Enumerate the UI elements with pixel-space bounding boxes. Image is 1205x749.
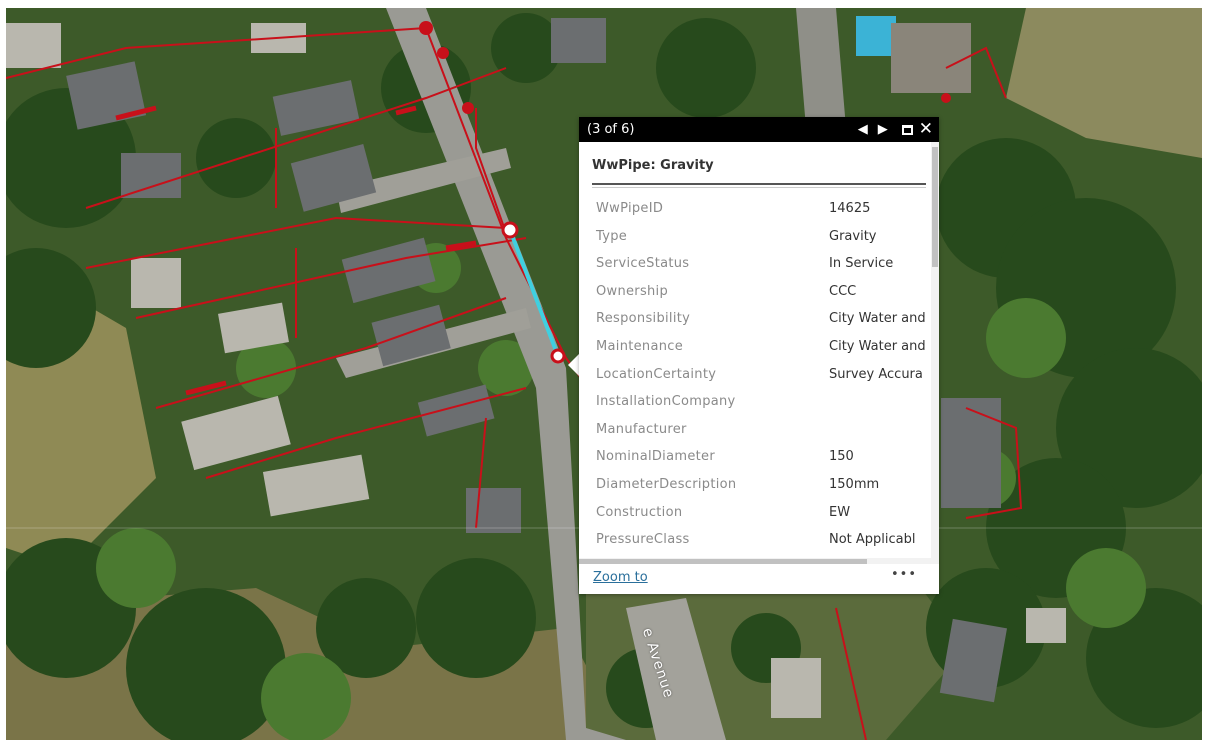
attribute-row: WwPipeID 14625 bbox=[596, 195, 936, 223]
attribute-value: 150 bbox=[829, 449, 854, 465]
attribute-value: Gravity bbox=[829, 228, 877, 244]
close-icon[interactable]: ✕ bbox=[919, 121, 933, 138]
popup-footer: Zoom to ••• bbox=[579, 564, 939, 594]
attribute-key: Ownership bbox=[596, 283, 669, 299]
next-feature-icon[interactable]: ▶ bbox=[878, 123, 888, 136]
vertical-scroll-thumb[interactable] bbox=[932, 147, 938, 267]
attribute-row: Maintenance City Water and bbox=[596, 333, 936, 361]
feature-popup: (3 of 6) ◀ ▶ ✕ WwPipe: Gravity WwPipeID 1… bbox=[579, 117, 939, 594]
attribute-value: EW bbox=[829, 504, 851, 520]
attribute-key: ServiceStatus bbox=[596, 256, 690, 272]
attribute-value: Survey Accura bbox=[829, 366, 923, 382]
title-divider-secondary bbox=[592, 187, 926, 188]
attribute-table: WwPipeID 14625 Type Gravity ServiceStatus In … bbox=[596, 195, 936, 554]
attribute-key: DiameterDescription bbox=[596, 476, 737, 492]
attribute-key: WwPipeID bbox=[596, 201, 664, 216]
attribute-value: Not Applicabl bbox=[829, 532, 916, 548]
attribute-row: Responsibility City Water and bbox=[596, 305, 936, 333]
attribute-row: InstallationCompany bbox=[596, 388, 936, 416]
attribute-row: LocationCertainty Survey Accura bbox=[596, 361, 936, 389]
attribute-key: Construction bbox=[596, 504, 683, 520]
attribute-row: NominalDiameter 150 bbox=[596, 443, 936, 471]
maximize-icon[interactable] bbox=[901, 124, 913, 135]
attribute-value: 150mm bbox=[829, 476, 880, 492]
title-divider bbox=[592, 183, 926, 185]
more-actions-icon[interactable]: ••• bbox=[891, 567, 917, 582]
attribute-key: InstallationCompany bbox=[596, 394, 736, 410]
zoom-to-link[interactable]: Zoom to bbox=[593, 570, 648, 585]
popup-header: (3 of 6) ◀ ▶ ✕ bbox=[579, 117, 939, 142]
attribute-row: Manufacturer bbox=[596, 416, 936, 444]
previous-feature-icon[interactable]: ◀ bbox=[858, 123, 868, 136]
attribute-value: In Service bbox=[829, 256, 894, 272]
attribute-row: PressureClass Not Applicabl bbox=[596, 526, 936, 554]
attribute-key: Type bbox=[596, 228, 628, 244]
attribute-key: PressureClass bbox=[596, 532, 690, 548]
popup-title: WwPipe: Gravity bbox=[592, 158, 714, 173]
attribute-value: City Water and bbox=[829, 338, 926, 354]
feature-count: (3 of 6) bbox=[587, 122, 635, 137]
attribute-key: LocationCertainty bbox=[596, 366, 717, 382]
attribute-row: ServiceStatus In Service bbox=[596, 250, 936, 278]
attribute-row: DiameterDescription 150mm bbox=[596, 471, 936, 499]
popup-content[interactable]: WwPipe: Gravity WwPipeID 14625 Type Gravity… bbox=[579, 142, 939, 564]
attribute-row: Ownership CCC bbox=[596, 278, 936, 306]
attribute-value: CCC bbox=[829, 283, 857, 299]
attribute-key: NominalDiameter bbox=[596, 449, 715, 465]
attribute-key: Maintenance bbox=[596, 338, 684, 354]
attribute-row: Type Gravity bbox=[596, 223, 936, 251]
attribute-value: 14625 bbox=[829, 201, 871, 216]
attribute-key: Manufacturer bbox=[596, 421, 687, 437]
attribute-key: Responsibility bbox=[596, 311, 691, 327]
attribute-value: City Water and bbox=[829, 311, 926, 327]
attribute-row: Construction EW bbox=[596, 499, 936, 527]
